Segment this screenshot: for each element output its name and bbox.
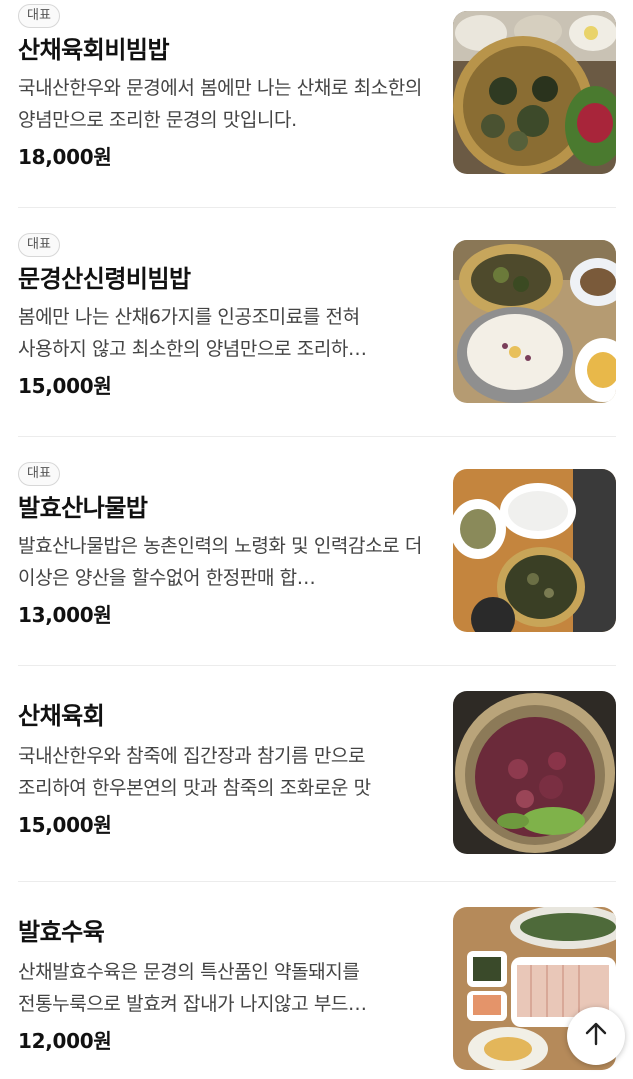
bibimbap-photo-icon[interactable] (453, 11, 616, 174)
signature-badge: 대표 (18, 233, 60, 257)
menu-item-price: 13,000원 (18, 603, 112, 627)
menu-item-description: 국내산한우와 문경에서 봄에만 나는 산채로 최소한의 양념만으로 조리한 문경… (18, 77, 422, 131)
divider (18, 665, 616, 666)
menu-item-text: 대표 산채육회비빔밥 국내산한우와 문경에서 봄에만 나는 산채로 최소한의 양… (18, 4, 433, 172)
yukhoe-photo-icon[interactable] (453, 691, 616, 854)
divider (18, 436, 616, 437)
menu-item[interactable]: 대표 문경산신령비빔밥 봄에만 나는 산채6가지를 인공조미료를 전혀 사용하지… (18, 233, 616, 413)
menu-item-text: 발효수육 산채발효수육은 문경의 특산품인 약돌돼지를 전통누룩으로 발효켜 잡… (18, 916, 433, 1056)
menu-item[interactable]: 산채육회 국내산한우와 참죽에 집간장과 참기름 만으로 조리하여 한우본연의 … (18, 691, 616, 860)
rice-pot-photo-icon[interactable] (453, 240, 616, 403)
menu-item-price: 12,000원 (18, 1029, 112, 1053)
menu-item-price: 15,000원 (18, 374, 112, 398)
menu-item-price: 18,000원 (18, 145, 112, 169)
menu-item[interactable]: 발효수육 산채발효수육은 문경의 특산품인 약돌돼지를 전통누룩으로 발효켜 잡… (18, 907, 616, 1076)
menu-item-name: 발효수육 (18, 918, 105, 946)
divider (18, 881, 616, 882)
divider (18, 207, 616, 208)
menu-item-text: 대표 발효산나물밥 발효산나물밥은 농촌인력의 노령화 및 인력감소로 더 이상… (18, 462, 433, 630)
menu-item-text: 산채육회 국내산한우와 참죽에 집간장과 참기름 만으로 조리하여 한우본연의 … (18, 700, 433, 840)
arrow-up-icon (583, 1021, 609, 1051)
menu-item-name: 문경산신령비빔밥 (18, 265, 191, 293)
namul-bowl-photo-icon[interactable] (453, 469, 616, 632)
menu-item-description: 봄에만 나는 산채6가지를 인공조미료를 전혀 사용하지 않고 최소한의 양념만… (18, 306, 367, 360)
menu-item-name: 산채육회 (18, 702, 105, 730)
menu-item-description: 발효산나물밥은 농촌인력의 노령화 및 인력감소로 더 이상은 양산을 할수없어… (18, 535, 422, 589)
scroll-to-top-button[interactable] (567, 1007, 625, 1065)
menu-item[interactable]: 대표 산채육회비빔밥 국내산한우와 문경에서 봄에만 나는 산채로 최소한의 양… (18, 4, 616, 184)
menu-item-description: 국내산한우와 참죽에 집간장과 참기름 만으로 조리하여 한우본연의 맛과 참죽… (18, 745, 371, 799)
menu-item-name: 산채육회비빔밥 (18, 36, 170, 64)
menu-item-name: 발효산나물밥 (18, 494, 148, 522)
menu-item-text: 대표 문경산신령비빔밥 봄에만 나는 산채6가지를 인공조미료를 전혀 사용하지… (18, 233, 433, 401)
menu-item-description: 산채발효수육은 문경의 특산품인 약돌돼지를 전통누룩으로 발효켜 잡내가 나지… (18, 961, 367, 1015)
menu-item[interactable]: 대표 발효산나물밥 발효산나물밥은 농촌인력의 노령화 및 인력감소로 더 이상… (18, 462, 616, 642)
signature-badge: 대표 (18, 4, 60, 28)
menu-item-price: 15,000원 (18, 813, 112, 837)
signature-badge: 대표 (18, 462, 60, 486)
